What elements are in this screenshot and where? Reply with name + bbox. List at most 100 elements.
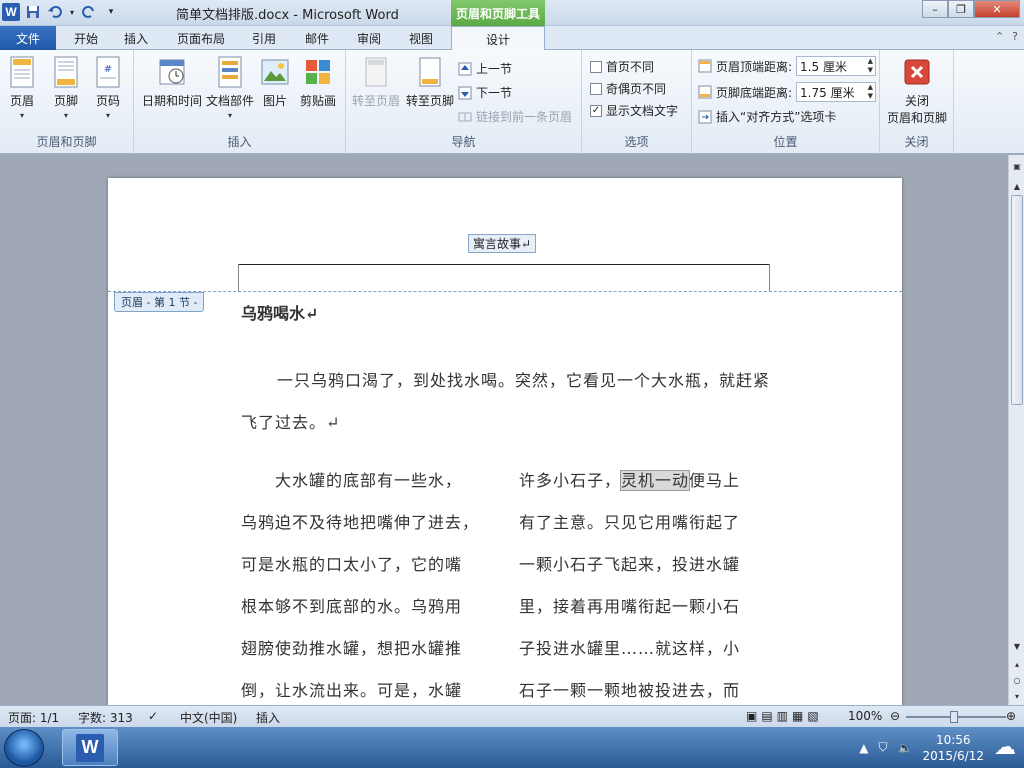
header-text[interactable]: 寓言故事↵	[468, 234, 537, 253]
undo-icon[interactable]	[46, 3, 64, 21]
customize-qat-icon[interactable]: ▾	[102, 3, 120, 21]
right-column[interactable]: 许多小石子，灵机一动便马上 有了主意。只见它用嘴衔起了 一颗小石子飞起来，投进水…	[519, 460, 781, 705]
date-time-button[interactable]: 日期和时间	[142, 56, 202, 109]
page-number-icon: #	[96, 56, 120, 88]
document-area[interactable]: 寓言故事↵ 页眉 - 第 1 节 - 乌鸦喝水↵ 一只乌鸦口渴了，到处找水喝。突…	[0, 155, 1008, 705]
first-page-different-checkbox[interactable]: 首页不同	[590, 58, 654, 75]
left-column[interactable]: 大水罐的底部有一些水， 乌鸦迫不及待地把嘴伸了进去， 可是水瓶的口太小了，它的嘴…	[241, 460, 503, 705]
spinner-arrows-icon[interactable]: ▲ ▼	[868, 57, 873, 75]
goto-footer-button[interactable]: 转至页脚	[406, 56, 454, 109]
next-section-button[interactable]: 下一节	[458, 84, 512, 101]
tab-review[interactable]: 审阅	[349, 26, 389, 50]
text-line: 子投进水罐里……就这样，小	[519, 639, 741, 658]
help-icon[interactable]: ?	[1012, 30, 1018, 43]
group-label: 导航	[451, 135, 476, 149]
quick-parts-button[interactable]: 文档部件 ▾	[206, 56, 254, 120]
taskbar-word-button[interactable]: W	[62, 729, 118, 766]
start-button[interactable]	[4, 729, 44, 767]
close-button[interactable]: ✕	[974, 0, 1020, 18]
spinner-arrows-icon[interactable]: ▲ ▼	[868, 83, 873, 101]
redo-icon[interactable]	[80, 3, 98, 21]
volume-icon[interactable]: 🔈	[898, 741, 913, 755]
text-line: 里，接着再用嘴衔起一颗小石	[519, 597, 741, 616]
zoom-slider-knob[interactable]	[950, 711, 958, 723]
header-border-left	[238, 264, 239, 292]
text-line: 根本够不到底部的水。乌鸦用	[241, 597, 463, 616]
browse-object-icon[interactable]: ○	[1009, 673, 1024, 687]
footer-bottom-distance-input[interactable]: 1.75 厘米 ▲ ▼	[796, 82, 877, 102]
save-icon[interactable]	[24, 3, 42, 21]
group-label: 页眉和页脚	[36, 135, 97, 149]
window-controls: – ❐ ✕	[922, 0, 1020, 18]
header-button[interactable]: 页眉 ▾	[8, 56, 36, 120]
next-section-icon	[458, 86, 472, 99]
picture-button[interactable]: 图片	[261, 56, 289, 109]
show-hidden-icons-icon[interactable]: ▲	[859, 741, 868, 755]
chevron-down-icon: ▾	[105, 111, 110, 120]
group-options: 首页不同 奇偶页不同 ✓ 显示文档文字 选项	[582, 50, 692, 154]
odd-even-different-checkbox[interactable]: 奇偶页不同	[590, 80, 666, 97]
minimize-ribbon-icon[interactable]: ⌃	[995, 30, 1004, 43]
context-tab-title: 页眉和页脚工具	[451, 0, 545, 26]
insert-mode[interactable]: 插入	[256, 709, 280, 726]
quick-parts-icon	[218, 56, 242, 88]
goto-header-button[interactable]: 转至页眉	[352, 56, 400, 109]
checkmark-icon: ✓	[590, 104, 602, 117]
tab-page-layout[interactable]: 页面布局	[170, 26, 232, 50]
footer-button[interactable]: 页脚 ▾	[52, 56, 80, 120]
weather-icon[interactable]: ☁	[994, 735, 1016, 760]
language[interactable]: 中文(中国)	[180, 709, 237, 726]
spell-check-icon[interactable]: ✓	[148, 709, 158, 723]
network-icon[interactable]: ⛉	[879, 740, 888, 755]
system-tray: ▲ ⛉ 🔈 10:56 2015/6/12 ☁	[859, 727, 1016, 768]
next-page-icon[interactable]: ▾	[1009, 689, 1024, 703]
tab-insert[interactable]: 插入	[116, 26, 156, 50]
close-header-footer-button[interactable]: 关闭 页眉和页脚	[886, 56, 948, 126]
link-to-previous-button[interactable]: 链接到前一条页眉	[458, 108, 572, 125]
word-count[interactable]: 字数: 313	[78, 709, 133, 726]
show-document-text-checkbox[interactable]: ✓ 显示文档文字	[590, 102, 678, 119]
tab-references[interactable]: 引用	[244, 26, 284, 50]
tab-home[interactable]: 开始	[64, 26, 108, 50]
tab-view[interactable]: 视图	[401, 26, 441, 50]
text-line: 一颗小石子飞起来，投进水罐	[519, 555, 741, 574]
highlighted-text[interactable]: 灵机一动	[620, 470, 691, 491]
word-app-icon[interactable]: W	[2, 3, 20, 21]
picture-icon	[261, 59, 289, 85]
header-icon	[10, 56, 34, 88]
ruler-toggle-icon[interactable]: ▣	[1009, 159, 1024, 173]
vertical-scrollbar[interactable]: ▣ ▲ ▼ ▴ ○ ▾	[1008, 155, 1024, 705]
paragraph-1[interactable]: 一只乌鸦口渴了，到处找水喝。突然，它看见一个大水瓶，就赶紧飞了过去。↵	[241, 360, 773, 444]
view-buttons[interactable]: ▣▤▥▦▧	[746, 709, 823, 723]
tab-design[interactable]: 设计	[451, 26, 545, 51]
ribbon-tabs: 文件 开始 插入 页面布局 引用 邮件 审阅 视图 设计 ⌃ ?	[0, 26, 1024, 51]
header-top-distance-input[interactable]: 1.5 厘米 ▲ ▼	[796, 56, 877, 76]
previous-page-icon[interactable]: ▴	[1009, 657, 1024, 671]
clip-art-button[interactable]: 剪贴画	[300, 56, 336, 109]
restore-button[interactable]: ❐	[948, 0, 974, 18]
goto-header-icon	[365, 57, 387, 87]
scroll-down-icon[interactable]: ▼	[1009, 639, 1024, 653]
tab-mailings[interactable]: 邮件	[297, 26, 337, 50]
ribbon: 页眉 ▾ 页脚 ▾ # 页码 ▾ 页眉和页脚 日期和时间 文档部件 ▾ 图片 剪…	[0, 50, 1024, 154]
previous-section-button[interactable]: 上一节	[458, 60, 512, 77]
zoom-level[interactable]: 100%	[848, 709, 882, 723]
header-separator	[108, 291, 902, 292]
tab-file[interactable]: 文件	[0, 26, 56, 50]
scrollbar-thumb[interactable]	[1011, 195, 1023, 405]
document-page[interactable]: 寓言故事↵ 页眉 - 第 1 节 - 乌鸦喝水↵ 一只乌鸦口渴了，到处找水喝。突…	[108, 178, 902, 705]
footer-icon	[54, 56, 78, 88]
scroll-up-icon[interactable]: ▲	[1009, 179, 1024, 193]
undo-dropdown-icon[interactable]: ▾	[68, 3, 76, 21]
alignment-tab-icon	[698, 110, 712, 123]
zoom-in-icon[interactable]: ⊕	[1006, 709, 1016, 723]
zoom-out-icon[interactable]: ⊖	[890, 709, 900, 723]
insert-alignment-tab-button[interactable]: 插入“对齐方式”选项卡	[698, 108, 836, 125]
document-title[interactable]: 乌鸦喝水↵	[241, 300, 318, 324]
checkbox-unchecked	[590, 82, 602, 95]
page-count[interactable]: 页面: 1/1	[8, 709, 59, 726]
clock[interactable]: 10:56 2015/6/12	[922, 732, 984, 764]
minimize-button[interactable]: –	[922, 0, 948, 18]
group-label: 插入	[227, 135, 252, 149]
page-number-button[interactable]: # 页码 ▾	[94, 56, 122, 120]
